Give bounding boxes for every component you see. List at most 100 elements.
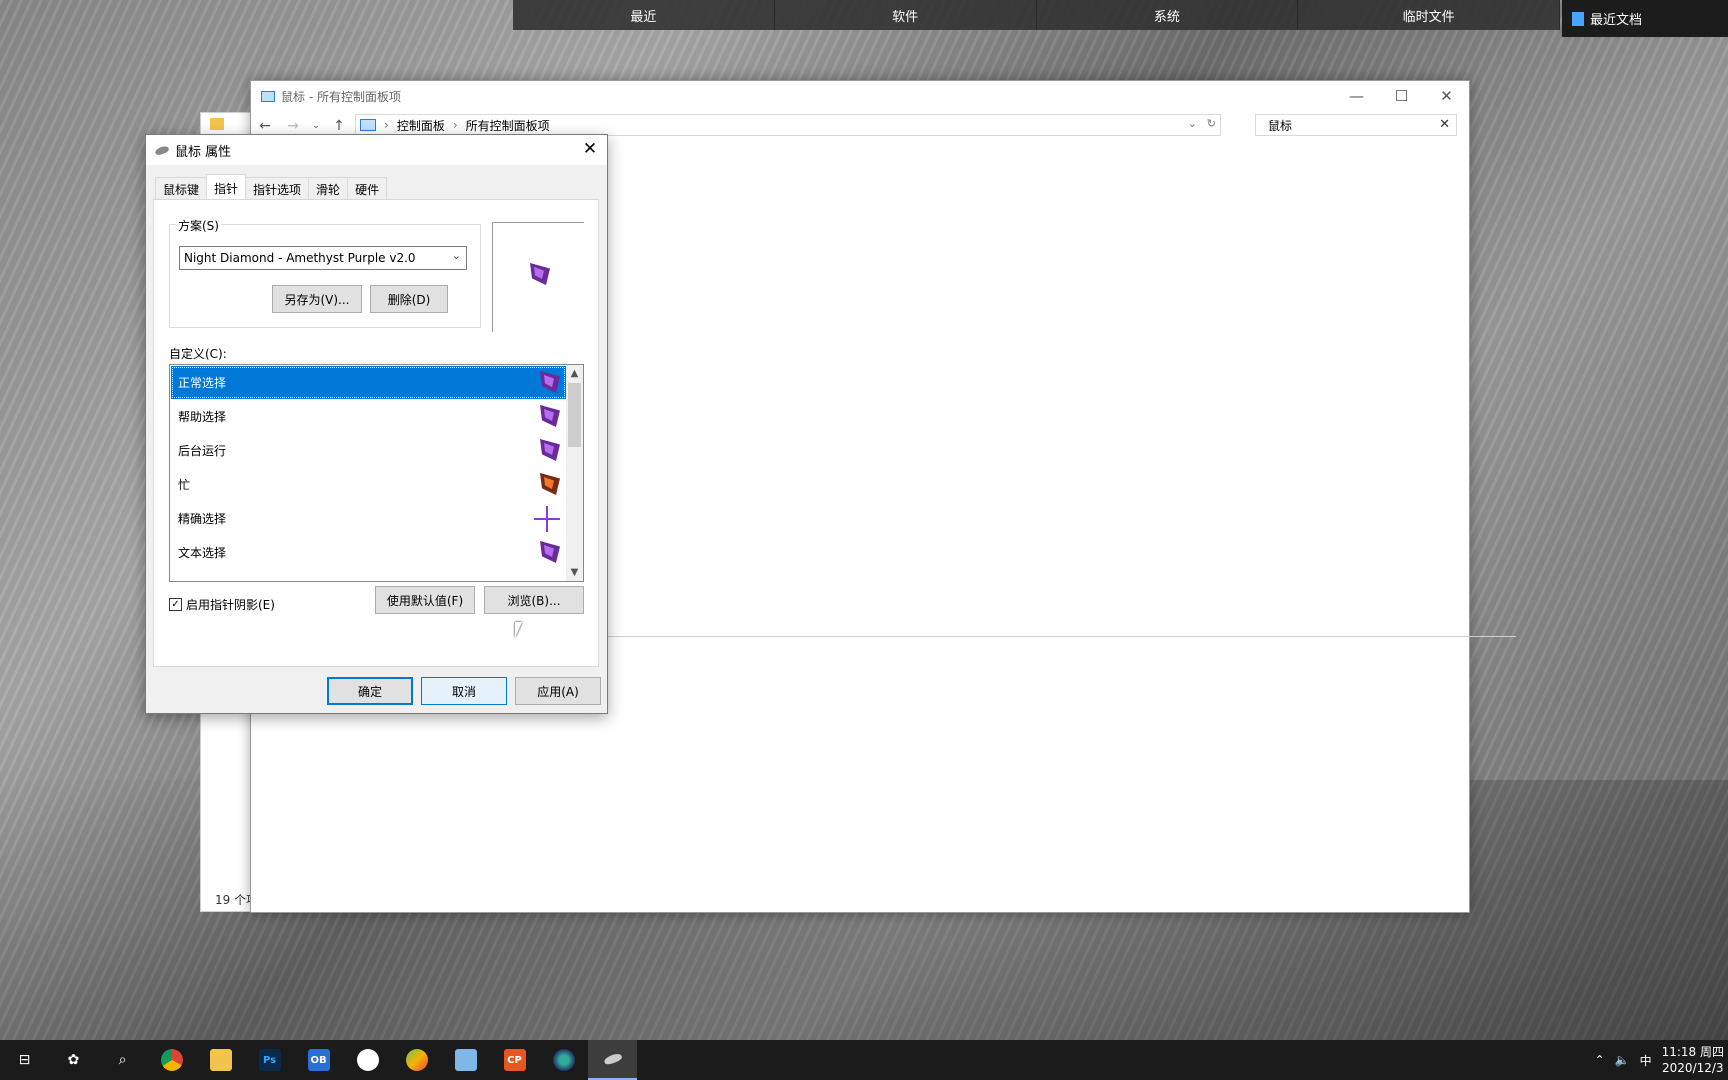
dialog-titlebar[interactable]: 鼠标 属性 xyxy=(146,135,607,165)
list-item[interactable]: 正常选择 xyxy=(171,366,566,399)
up-arrow-icon[interactable]: ↑ xyxy=(325,118,353,134)
checkbox-checked-icon[interactable]: ✓ xyxy=(169,598,182,611)
system-tray: ⌃ 🔈 中 11:18 周四 2020/12/3 xyxy=(1595,1040,1728,1080)
cp-logo: CP xyxy=(503,1049,526,1071)
list-scrollbar[interactable]: ▲ ▼ xyxy=(566,365,583,581)
cancel-button[interactable]: 取消 xyxy=(421,677,507,705)
list-item-label: 精确选择 xyxy=(178,512,227,526)
cursor-list[interactable]: 正常选择 帮助选择 后台运行 忙 精确选择 文本选择 ▲ ▼ xyxy=(169,364,584,582)
pointer-shadow-checkbox[interactable]: ✓ 启用指针阴影(E) xyxy=(169,596,275,613)
wechat-logo xyxy=(356,1049,379,1071)
paint-icon[interactable] xyxy=(392,1040,441,1080)
photoshop-logo: Ps xyxy=(258,1049,281,1071)
scheme-dropdown[interactable]: Night Diamond - Amethyst Purple v2.0 ⌄ xyxy=(179,246,467,270)
list-item-label: 文本选择 xyxy=(178,546,227,560)
ob-icon[interactable]: OB xyxy=(294,1040,343,1080)
tab-hardware[interactable]: 硬件 xyxy=(347,177,388,199)
list-item[interactable]: 后台运行 xyxy=(171,434,566,467)
address-dropdown-icon[interactable]: ⌄ xyxy=(1188,117,1197,130)
list-item[interactable]: 精确选择 xyxy=(171,502,566,535)
chevron-down-icon: ⌄ xyxy=(451,249,461,262)
volume-icon[interactable]: 🔈 xyxy=(1615,1053,1630,1067)
tab-pointers[interactable]: 指针 xyxy=(206,174,247,199)
breadcrumb-all-items[interactable]: 所有控制面板项 xyxy=(466,117,550,134)
address-bar[interactable]: › 控制面板 › 所有控制面板项 ⌄ ↻ xyxy=(355,114,1221,136)
breadcrumb-control-panel[interactable]: 控制面板 xyxy=(397,117,445,134)
photoshop-icon[interactable]: Ps xyxy=(245,1040,294,1080)
mouse-icon[interactable] xyxy=(588,1040,637,1080)
ok-button[interactable]: 确定 xyxy=(327,677,413,705)
scheme-value: Night Diamond - Amethyst Purple v2.0 xyxy=(184,251,416,265)
clock[interactable]: 11:18 周四 2020/12/3 xyxy=(1662,1044,1724,1076)
list-item-label: 帮助选择 xyxy=(178,410,227,424)
cursor-preview xyxy=(492,222,584,332)
scheme-group: 方案(S) Night Diamond - Amethyst Purple v2… xyxy=(169,217,481,328)
list-item[interactable]: 忙 xyxy=(171,468,566,501)
launcher-item-temp-files[interactable]: 临时文件 xyxy=(1298,0,1560,30)
search-icon[interactable]: ⌕ xyxy=(98,1040,147,1080)
mouse-icon xyxy=(154,144,170,156)
control-panel-icon xyxy=(360,119,376,131)
window-title: 鼠标 - 所有控制面板项 xyxy=(281,89,401,104)
mouse-properties-dialog[interactable]: 鼠标 属性 ✕ 鼠标键 指针 指针选项 滑轮 硬件 方案(S) Night Di… xyxy=(145,134,608,714)
tab-buttons[interactable]: 鼠标键 xyxy=(155,177,208,199)
ime-indicator[interactable]: 中 xyxy=(1640,1052,1652,1069)
control-panel-icon[interactable] xyxy=(441,1040,490,1080)
browse-button[interactable]: 浏览(B)... xyxy=(484,586,584,614)
chrome-logo xyxy=(160,1049,183,1071)
close-button[interactable]: ✕ xyxy=(1424,81,1469,111)
recent-docs-button[interactable]: 最近文档 xyxy=(1562,0,1728,37)
list-item-label: 忙 xyxy=(178,478,191,492)
task-view-icon[interactable]: ⊟ xyxy=(0,1040,49,1080)
mouse-logo xyxy=(602,1052,623,1066)
tab-strip: 鼠标键 指针 指针选项 滑轮 硬件 xyxy=(155,174,388,199)
chevron-up-icon[interactable]: ⌃ xyxy=(1595,1053,1605,1067)
network-icon[interactable] xyxy=(539,1040,588,1080)
save-as-button[interactable]: 另存为(V)... xyxy=(272,285,362,313)
window-titlebar[interactable]: 鼠标 - 所有控制面板项 xyxy=(251,81,1469,111)
chrome-icon[interactable] xyxy=(147,1040,196,1080)
taskbar: ⊟ ✿ ⌕ Ps OB CP ⌃ 🔈 中 11:18 周四 2020/12/3 xyxy=(0,1040,1728,1080)
use-default-button[interactable]: 使用默认值(F) xyxy=(375,586,475,614)
search-input[interactable]: 鼠标 ✕ xyxy=(1255,114,1457,136)
launcher-item-software[interactable]: 软件 xyxy=(774,0,1037,30)
scroll-up-icon[interactable]: ▲ xyxy=(566,365,583,382)
pointers-tab-panel: 方案(S) Night Diamond - Amethyst Purple v2… xyxy=(153,199,599,667)
scroll-thumb[interactable] xyxy=(568,383,581,447)
address-actions: ⌄ ↻ xyxy=(1188,117,1216,130)
launcher-item-recent[interactable]: 最近 xyxy=(513,0,775,30)
customize-label: 自定义(C): xyxy=(169,347,227,361)
minimize-button[interactable]: — xyxy=(1334,81,1379,111)
pointer-shadow-label: 启用指针阴影(E) xyxy=(186,598,275,612)
clock-time: 11:18 周四 xyxy=(1661,1045,1724,1059)
launcher-item-system[interactable]: 系统 xyxy=(1036,0,1299,30)
breadcrumb-separator-icon[interactable]: › xyxy=(453,118,458,132)
list-item[interactable]: 帮助选择 xyxy=(171,400,566,433)
forward-arrow-icon[interactable]: → xyxy=(279,118,307,134)
refresh-icon[interactable]: ↻ xyxy=(1207,117,1216,130)
clear-search-icon[interactable]: ✕ xyxy=(1439,117,1450,132)
app-launcher-icon[interactable]: ✿ xyxy=(49,1040,98,1080)
ob-logo: OB xyxy=(307,1049,330,1071)
cp-icon[interactable]: CP xyxy=(490,1040,539,1080)
recent-locations-icon[interactable]: ⌄ xyxy=(307,121,325,131)
document-icon xyxy=(1572,11,1584,26)
breadcrumb-separator-icon[interactable]: › xyxy=(384,118,389,132)
wechat-icon[interactable] xyxy=(343,1040,392,1080)
paint-logo xyxy=(405,1049,428,1071)
busy-cursor-icon xyxy=(540,473,560,495)
tab-pointer-options[interactable]: 指针选项 xyxy=(245,177,310,199)
file-explorer-icon[interactable] xyxy=(196,1040,245,1080)
back-arrow-icon[interactable]: ← xyxy=(251,118,279,134)
scroll-down-icon[interactable]: ▼ xyxy=(566,564,583,581)
network-logo xyxy=(552,1049,575,1071)
working-in-background-cursor-icon xyxy=(540,439,560,461)
clock-date: 2020/12/3 xyxy=(1662,1061,1724,1075)
list-item[interactable]: 文本选择 xyxy=(171,536,566,569)
maximize-button[interactable]: ☐ xyxy=(1379,81,1424,111)
tab-wheel[interactable]: 滑轮 xyxy=(308,177,349,199)
apply-button[interactable]: 应用(A) xyxy=(515,677,601,705)
close-icon[interactable]: ✕ xyxy=(579,138,601,160)
delete-button[interactable]: 删除(D) xyxy=(370,285,448,313)
launcher-bar: 最近 软件 系统 临时文件 xyxy=(513,0,1560,30)
